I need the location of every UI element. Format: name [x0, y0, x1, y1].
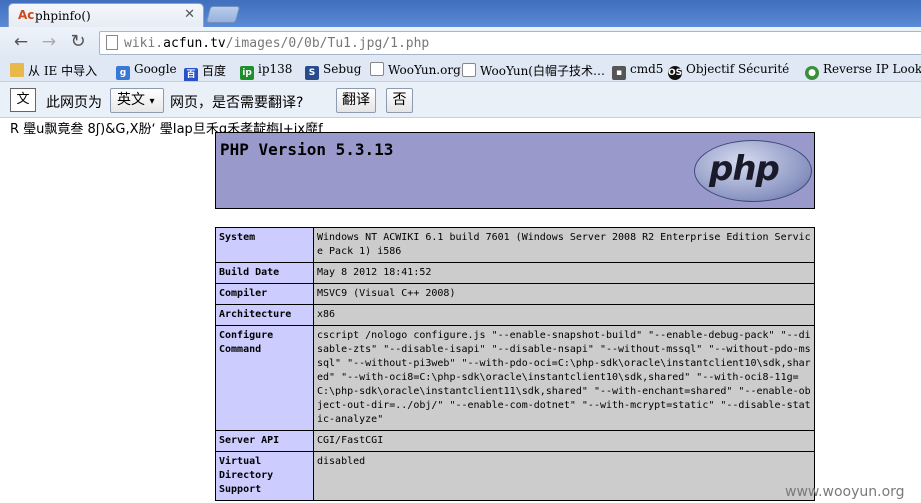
bookmark-cmd5[interactable]: ▪ cmd5 [612, 62, 663, 80]
translate-button[interactable]: 翻译 [336, 88, 376, 113]
row-key: Build Date [215, 262, 314, 284]
folder-icon [10, 63, 24, 77]
bookmark-ip138[interactable]: ip ip138 [240, 62, 292, 80]
row-key: Configure Command [215, 325, 314, 431]
php-version-title: PHP Version 5.3.13 [220, 140, 394, 159]
ip138-icon: ip [240, 66, 254, 80]
page-icon [462, 63, 476, 77]
bookmark-sebug[interactable]: S Sebug [305, 62, 361, 80]
bookmark-baidu[interactable]: 百百度 [184, 62, 226, 81]
language-select[interactable]: 英文 ▾ [110, 88, 164, 113]
bookmark-wooyun-org[interactable]: WooYun.org [370, 62, 461, 77]
bookmark-import-ie[interactable]: 从 IE 中导入 [10, 62, 97, 79]
row-value: cscript /nologo configure.js "--enable-s… [313, 325, 815, 431]
table-row: Build Date May 8 2012 18:41:52 [215, 262, 815, 284]
bookmarks-bar: 从 IE 中导入 g Google 百百度 ip ip138 S Sebug WooY… [0, 58, 921, 82]
baidu-icon: 百 [184, 68, 198, 81]
translate-prompt-end: 网页，是否需要翻译? [170, 95, 304, 111]
table-row: Architecture x86 [215, 304, 815, 326]
acfun-favicon-icon: Ac [18, 8, 35, 22]
forward-arrow-icon[interactable]: → [38, 32, 60, 52]
phpinfo-table: System Windows NT ACWIKI 6.1 build 7601 (… [215, 227, 815, 501]
bookmark-objectif-securite[interactable]: OS Objectif Sécurité [668, 62, 789, 80]
close-tab-icon[interactable]: ✕ [184, 7, 195, 22]
google-icon: g [116, 66, 130, 80]
table-row: Compiler MSVC9 (Visual C++ 2008) [215, 283, 815, 305]
address-bar[interactable]: wiki.acfun.tv/images/0/0b/Tu1.jpg/1.php [99, 31, 921, 55]
dropdown-arrow-icon: ▾ [149, 96, 155, 107]
new-tab-button[interactable] [205, 6, 241, 23]
no-translate-button[interactable]: 否 [386, 88, 413, 113]
row-key: Compiler [215, 283, 314, 305]
cmd5-icon: ▪ [612, 66, 626, 80]
page-icon [106, 35, 118, 50]
tab-phpinfo[interactable]: Ac phpinfo() ✕ [8, 3, 204, 28]
php-logo: php [694, 140, 812, 202]
table-row: Configure Command cscript /nologo configu… [215, 325, 815, 431]
php-version-header: PHP Version 5.3.13 php [215, 132, 815, 209]
back-arrow-icon[interactable]: ← [10, 32, 32, 52]
bookmark-google[interactable]: g Google [116, 62, 177, 80]
translate-prompt-start: 此网页为 [46, 95, 102, 111]
tab-title: phpinfo() [35, 9, 91, 23]
bookmark-wooyun-whitehat[interactable]: WooYun(白帽子技术… [462, 62, 605, 79]
translate-icon: 文 [10, 88, 36, 112]
url-text[interactable]: wiki.acfun.tv/images/0/0b/Tu1.jpg/1.php [124, 36, 429, 51]
table-row: Server API CGI/FastCGI [215, 430, 815, 452]
row-value: MSVC9 (Visual C++ 2008) [313, 283, 815, 305]
page-icon [370, 62, 384, 76]
row-key: Server API [215, 430, 314, 452]
row-value: Windows NT ACWIKI 6.1 build 7601 (Window… [313, 227, 815, 263]
row-key: System [215, 227, 314, 263]
watermark: www.wooyun.org [785, 484, 905, 500]
row-key: Architecture [215, 304, 314, 326]
bookmark-reverse-ip[interactable]: ●Reverse IP Lookup [805, 62, 921, 80]
table-row: System Windows NT ACWIKI 6.1 build 7601 (… [215, 227, 815, 263]
row-key: Virtual Directory Support [215, 451, 314, 501]
row-value: x86 [313, 304, 815, 326]
reload-icon[interactable]: ↻ [67, 32, 89, 52]
row-value: May 8 2012 18:41:52 [313, 262, 815, 284]
os-icon: OS [668, 66, 683, 80]
toolbar: ← → ↻ wiki.acfun.tv/images/0/0b/Tu1.jpg/… [0, 27, 921, 58]
row-value: CGI/FastCGI [313, 430, 815, 452]
row-value: disabled [313, 451, 815, 501]
translate-infobar: 文 此网页为 英文 ▾ 网页，是否需要翻译? 翻译 否 [0, 82, 921, 118]
reverse-ip-icon: ● [805, 66, 819, 80]
sebug-icon: S [305, 66, 319, 80]
table-row: Virtual Directory Support disabled [215, 451, 815, 501]
tab-strip: Ac phpinfo() ✕ [0, 0, 921, 28]
